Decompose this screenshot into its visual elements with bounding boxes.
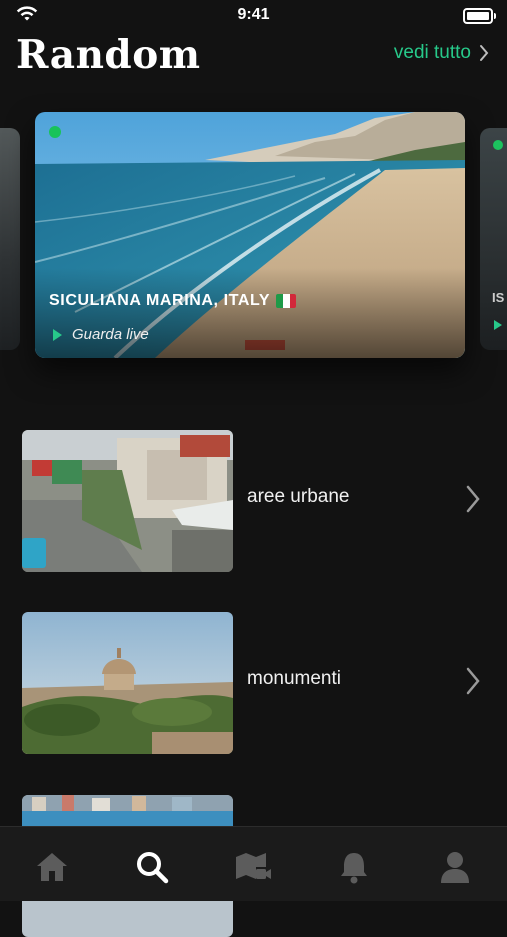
play-icon <box>494 320 502 330</box>
webcam-location: SICULIANA MARINA, ITALY <box>49 292 297 310</box>
see-all-label: vedi tutto <box>393 42 471 63</box>
tab-map[interactable] <box>233 847 273 887</box>
next-webcam-card[interactable]: IS <box>480 128 507 350</box>
monument-thumbnail <box>22 612 233 754</box>
chevron-right-icon <box>466 485 480 513</box>
profile-icon <box>441 852 469 883</box>
map-camera-icon <box>236 853 271 879</box>
featured-webcam-card[interactable]: SICULIANA MARINA, ITALY Guarda live <box>35 112 465 358</box>
home-icon <box>37 853 67 881</box>
previous-webcam-card[interactable] <box>0 128 20 350</box>
tab-search[interactable] <box>132 847 172 887</box>
battery-icon <box>463 8 496 24</box>
tab-profile[interactable] <box>435 847 475 887</box>
bell-icon <box>341 853 367 884</box>
live-indicator <box>493 140 503 150</box>
page-title: Random <box>16 32 201 78</box>
chevron-right-icon <box>466 667 480 695</box>
tab-home[interactable] <box>32 847 72 887</box>
play-icon <box>53 328 62 341</box>
webcam-location-text: SICULIANA MARINA, ITALY <box>49 292 271 309</box>
search-icon <box>137 852 169 884</box>
chevron-right-icon <box>480 45 489 61</box>
category-item-monumenti[interactable]: monumenti <box>22 612 482 754</box>
watch-live-button[interactable]: Guarda live <box>53 326 149 343</box>
urban-area-thumbnail <box>22 430 233 572</box>
clock: 9:41 <box>237 6 270 23</box>
category-label: monumenti <box>247 668 341 689</box>
see-all-link[interactable]: vedi tutto <box>394 42 489 64</box>
italy-flag-icon <box>276 294 297 308</box>
live-indicator <box>49 126 61 138</box>
tab-bar <box>0 826 507 901</box>
watch-live-label: Guarda live <box>72 326 149 343</box>
status-bar: 9:41 <box>0 0 507 30</box>
category-item-aree-urbane[interactable]: aree urbane <box>22 430 482 572</box>
tab-notifications[interactable] <box>334 847 374 887</box>
next-webcam-title: IS <box>492 290 505 305</box>
category-label: aree urbane <box>247 486 350 507</box>
